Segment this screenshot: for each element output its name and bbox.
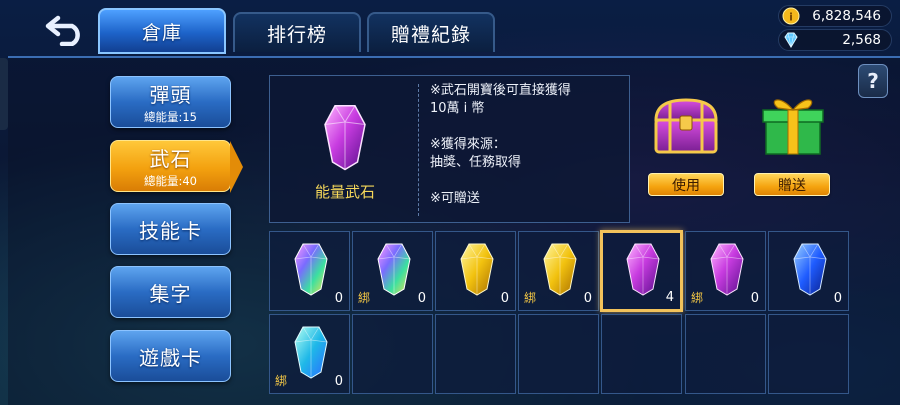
inventory-slot-purple-gem-selected[interactable]: 4 xyxy=(600,230,683,312)
top-bar: 倉庫 排行榜 贈禮紀錄 i 6,828,546 2,568 xyxy=(0,0,900,56)
item-quantity: 0 xyxy=(500,291,509,306)
inventory-slot-gold-gem-bound[interactable]: 綁 0 xyxy=(518,231,599,311)
description-line: 10萬 i 幣 xyxy=(430,101,485,116)
gold-gem-icon xyxy=(543,243,577,296)
description-line: ※武石開寶後可直接獲得 xyxy=(430,83,571,98)
inventory-slot-rainbow-gem-bound[interactable]: 綁 0 xyxy=(352,231,433,311)
purple-gem-icon xyxy=(710,243,744,296)
sidebar-item-energy: 總能量:15 xyxy=(143,110,197,124)
description-line: ※可贈送 xyxy=(430,191,480,206)
sidebar-item-label: 武石 xyxy=(149,147,192,171)
bound-badge: 綁 xyxy=(691,291,704,305)
inventory-slot-blue-gem[interactable]: 0 xyxy=(768,231,849,311)
item-quantity: 4 xyxy=(665,290,674,305)
rainbow-gem-icon xyxy=(294,243,328,296)
item-quantity: 0 xyxy=(750,291,759,306)
inventory-slot-empty[interactable] xyxy=(685,314,766,394)
inventory-slot-purple-gem-bound[interactable]: 綁 0 xyxy=(685,231,766,311)
tab-ranking[interactable]: 排行榜 xyxy=(233,12,361,52)
treasure-chest-icon xyxy=(654,98,718,154)
blue-gem-icon xyxy=(793,243,827,296)
inventory-slot-empty[interactable] xyxy=(435,314,516,394)
purple-gem-icon xyxy=(324,105,366,171)
tab-ranking-label: 排行榜 xyxy=(266,23,327,46)
tab-warehouse[interactable]: 倉庫 xyxy=(98,8,226,54)
description-gap xyxy=(430,118,571,136)
inventory-slot-empty[interactable] xyxy=(352,314,433,394)
description-line: ※獲得來源： xyxy=(430,137,506,152)
item-name: 能量武石 xyxy=(314,183,375,201)
tab-gift-record[interactable]: 贈禮紀錄 xyxy=(367,12,495,52)
sidebar-item-collect-words[interactable]: 集字 xyxy=(110,266,231,318)
purple-gem-icon xyxy=(626,243,660,296)
help-button[interactable]: ? xyxy=(858,64,888,98)
gift-button[interactable]: 贈送 xyxy=(754,173,830,196)
bound-badge: 綁 xyxy=(524,291,537,305)
sidebar-item-label: 彈頭 xyxy=(149,83,192,107)
active-indicator-arrow xyxy=(230,141,243,193)
tab-gift-record-label: 贈禮紀錄 xyxy=(390,23,471,46)
description-line: 抽獎、任務取得 xyxy=(430,155,522,170)
sidebar-item-skill-card[interactable]: 技能卡 xyxy=(110,203,231,255)
item-quantity: 0 xyxy=(833,291,842,306)
inventory-slot-empty[interactable] xyxy=(601,314,682,394)
item-description: ※武石開寶後可直接獲得 10萬 i 幣 ※獲得來源： 抽獎、任務取得 ※可贈送 xyxy=(430,82,571,208)
svg-text:i: i xyxy=(789,11,793,24)
description-gap xyxy=(430,172,571,190)
bound-badge: 綁 xyxy=(275,374,288,388)
inventory-slot-empty[interactable] xyxy=(518,314,599,394)
coin-icon: i xyxy=(782,7,800,25)
coin-amount: 6,828,546 xyxy=(812,8,881,24)
tab-warehouse-label: 倉庫 xyxy=(141,21,182,44)
use-button[interactable]: 使用 xyxy=(648,173,724,196)
sidebar-item-label: 技能卡 xyxy=(139,218,202,243)
item-quantity: 0 xyxy=(334,291,343,306)
edge-handle xyxy=(0,58,8,130)
gift-button-label: 贈送 xyxy=(778,177,806,194)
item-quantity: 0 xyxy=(417,291,426,306)
gold-gem-icon xyxy=(460,243,494,296)
bound-badge: 綁 xyxy=(358,291,371,305)
item-detail-panel: 能量武石 ※武石開寶後可直接獲得 10萬 i 幣 ※獲得來源： 抽獎、任務取得 … xyxy=(269,75,630,223)
item-quantity: 0 xyxy=(583,291,592,306)
use-button-label: 使用 xyxy=(672,177,700,194)
item-quantity: 0 xyxy=(334,374,343,389)
cyan-gem-icon xyxy=(294,326,328,379)
detail-divider xyxy=(418,84,419,216)
inventory-grid: 0 綁 0 0 綁 0 4 綁 0 0 綁 0 xyxy=(269,230,849,396)
sidebar-item-warhead[interactable]: 彈頭 總能量:15 xyxy=(110,76,231,128)
sidebar-item-energy: 總能量:40 xyxy=(143,174,197,188)
gem-balance: 2,568 xyxy=(778,29,892,51)
sidebar-item-label: 集字 xyxy=(149,281,192,306)
inventory-slot-empty[interactable] xyxy=(768,314,849,394)
inventory-slot-gold-gem[interactable]: 0 xyxy=(435,231,516,311)
sidebar-item-weapon-stone[interactable]: 武石 總能量:40 xyxy=(110,140,231,192)
help-icon: ? xyxy=(867,69,879,93)
coin-balance: i 6,828,546 xyxy=(778,5,892,27)
gem-amount: 2,568 xyxy=(842,32,881,48)
inventory-slot-cyan-gem-bound[interactable]: 綁 0 xyxy=(269,314,350,394)
diamond-icon xyxy=(784,32,798,48)
back-arrow-icon[interactable] xyxy=(44,12,88,46)
gift-box-icon xyxy=(762,99,824,155)
sidebar-item-label: 遊戲卡 xyxy=(139,345,202,370)
sidebar-item-game-card[interactable]: 遊戲卡 xyxy=(110,330,231,382)
inventory-slot-rainbow-gem[interactable]: 0 xyxy=(269,231,350,311)
rainbow-gem-icon xyxy=(377,243,411,296)
